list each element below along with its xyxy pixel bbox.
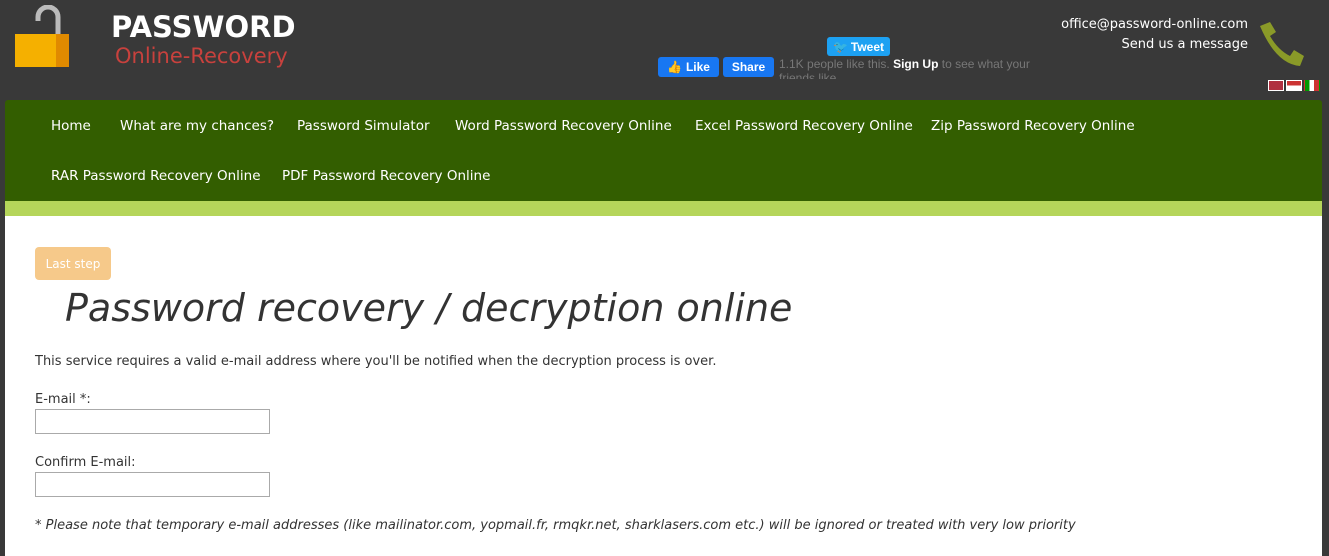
main-nav: Home What are my chances? Password Simul… [5,100,1322,201]
tweet-label: Tweet [850,39,885,54]
contact-email[interactable]: office@password-online.com [1061,17,1248,32]
email-label: E-mail *: [35,392,91,407]
nav-word[interactable]: Word Password Recovery Online [455,118,672,134]
facebook-social-text: 1.1K people like this. Sign Up to see wh… [779,57,1039,79]
email-input[interactable] [35,409,270,434]
nav-zip[interactable]: Zip Password Recovery Online [931,118,1135,134]
uk-flag-icon[interactable] [1268,80,1284,91]
step-badge: Last step [35,247,111,280]
nav-rar[interactable]: RAR Password Recovery Online [51,168,261,184]
nav-excel[interactable]: Excel Password Recovery Online [695,118,913,134]
nav-home[interactable]: Home [51,118,91,134]
italy-flag-icon[interactable] [1304,80,1320,91]
fb-count: 1.1K people like this. [779,57,890,71]
padlock-logo-icon [15,5,69,67]
thumbs-up-icon: 👍 [667,60,682,74]
brand-title[interactable]: PASSWORD [111,10,296,44]
header: PASSWORD Online-Recovery 🐦 Tweet 👍 Like Sh… [0,0,1329,100]
share-label: Share [731,60,766,74]
us-flag-icon[interactable] [1286,80,1302,91]
phone-icon [1260,22,1304,66]
like-label: Like [685,60,710,74]
send-message-link[interactable]: Send us a message [1121,37,1248,52]
main-content: Last step Password recovery / decryption… [5,216,1322,556]
twitter-bird-icon: 🐦 [832,39,848,54]
nav-accent-strip [5,201,1322,216]
facebook-share-button[interactable]: Share [723,57,774,77]
tweet-button[interactable]: 🐦 Tweet [827,37,890,56]
confirm-email-label: Confirm E-mail: [35,455,136,470]
language-flags [1268,80,1320,91]
nav-pdf[interactable]: PDF Password Recovery Online [282,168,490,184]
fb-signup-link[interactable]: Sign Up [893,57,938,71]
temp-email-note: * Please note that temporary e-mail addr… [35,518,1076,533]
facebook-like-button[interactable]: 👍 Like [658,57,719,77]
intro-text: This service requires a valid e-mail add… [35,354,717,369]
page-title: Password recovery / decryption online [65,286,793,330]
brand-subtitle: Online-Recovery [115,44,288,68]
confirm-email-input[interactable] [35,472,270,497]
nav-chances[interactable]: What are my chances? [120,118,274,134]
nav-simulator[interactable]: Password Simulator [297,118,430,134]
